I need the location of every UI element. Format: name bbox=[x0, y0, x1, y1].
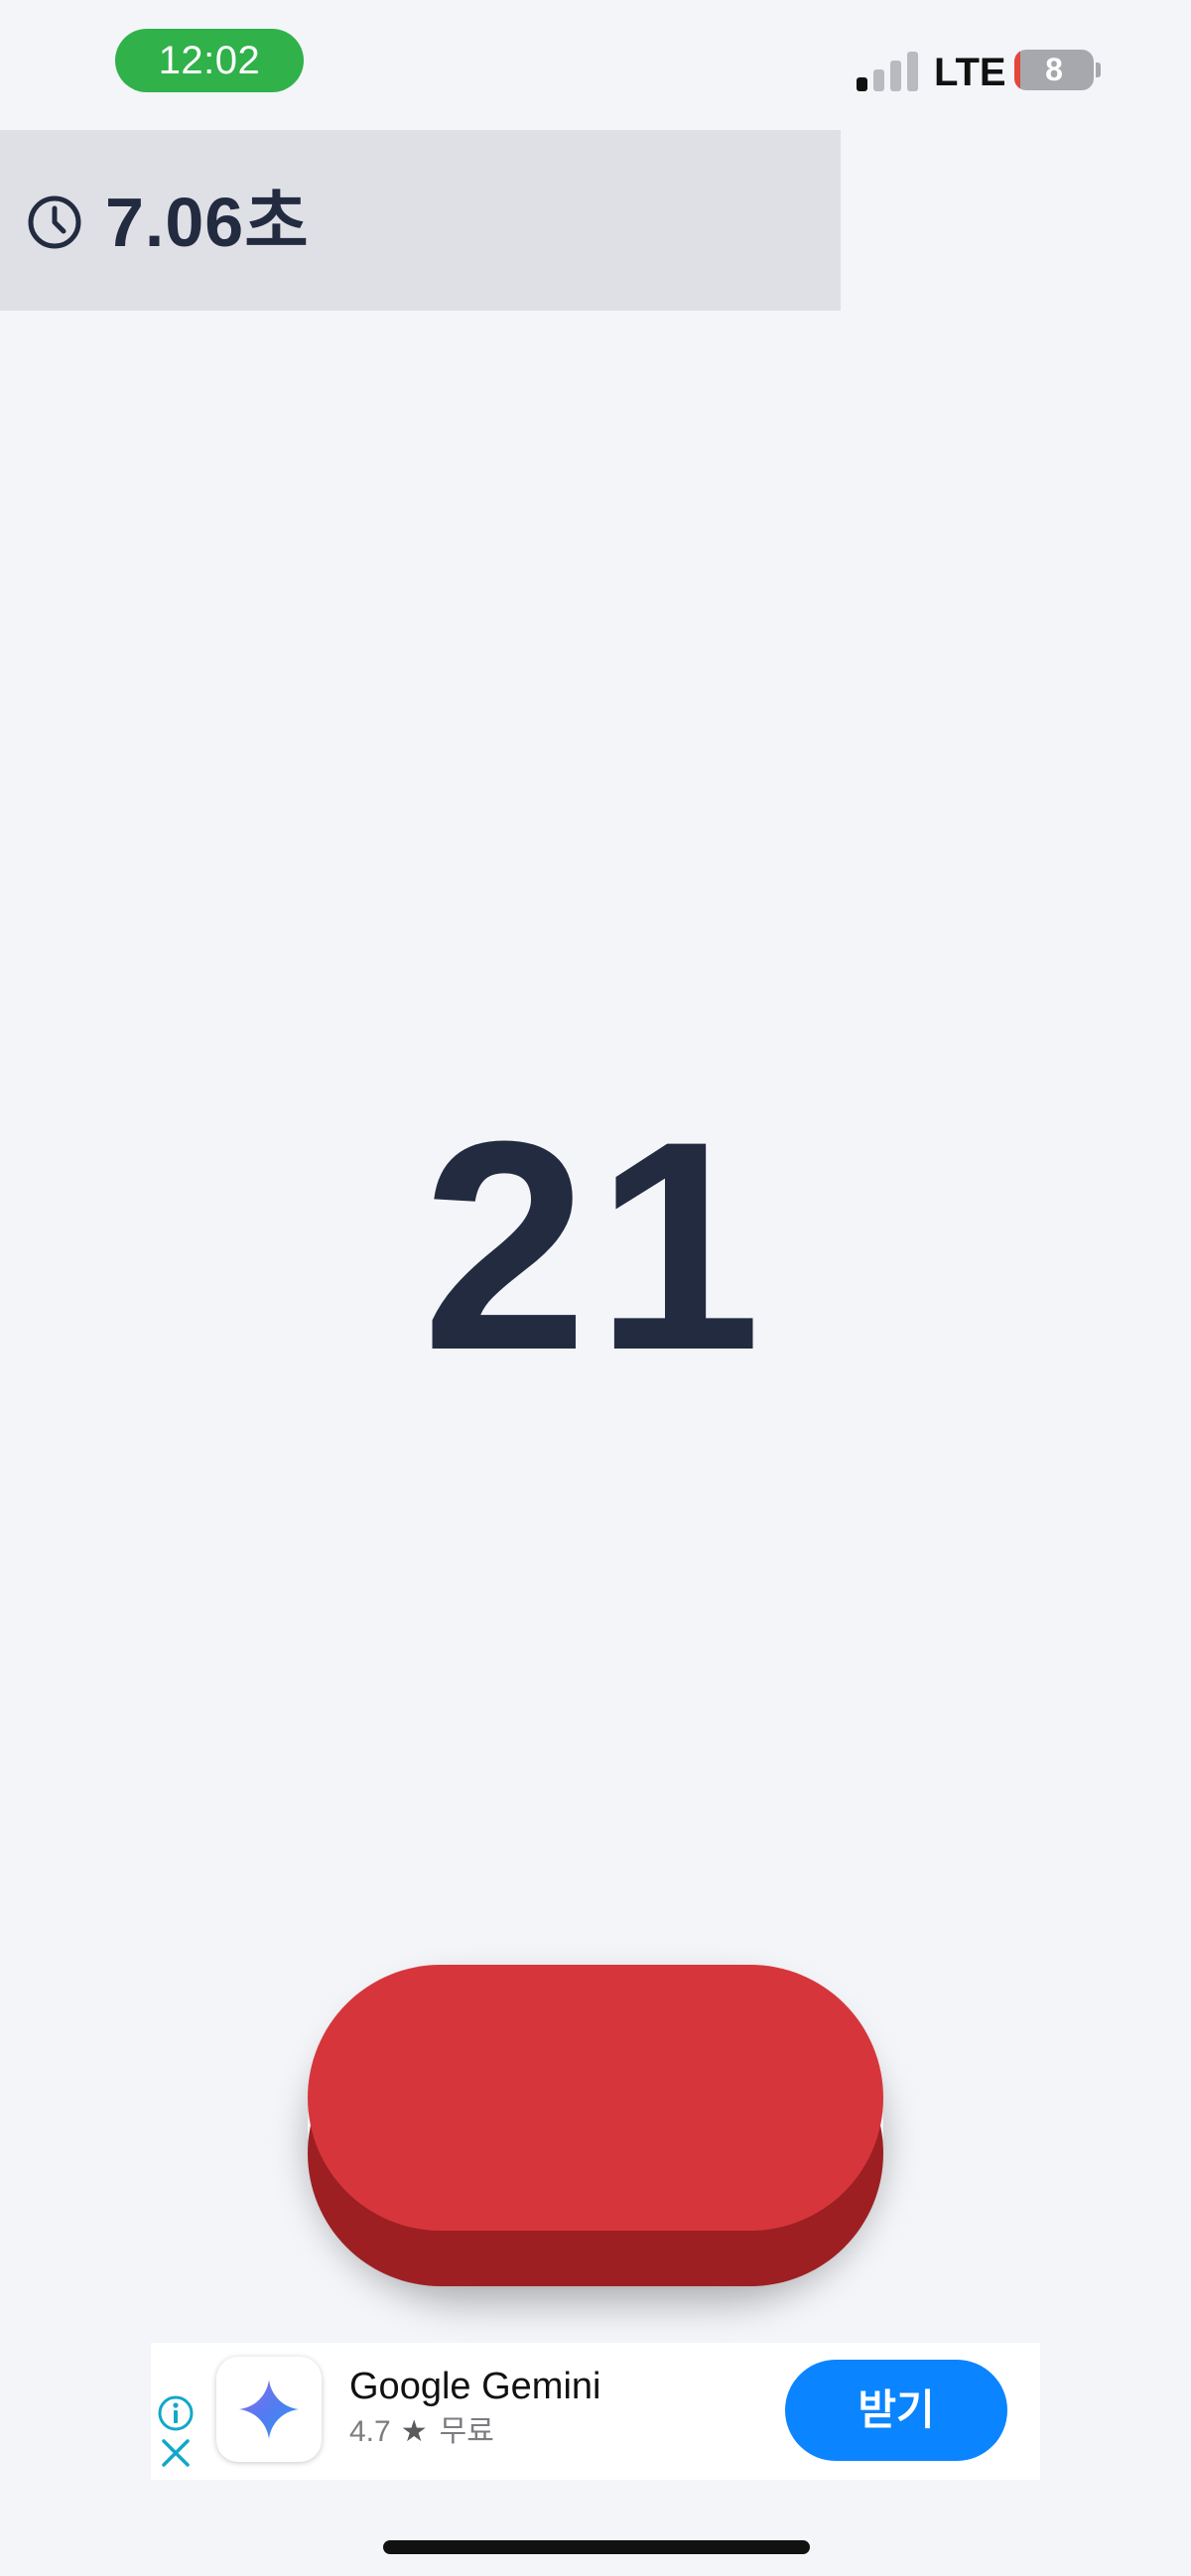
battery-cap bbox=[1096, 63, 1101, 77]
star-icon: ★ bbox=[400, 2415, 428, 2448]
get-button[interactable]: 받기 bbox=[785, 2360, 1007, 2461]
gemini-sparkle-icon bbox=[239, 2380, 299, 2439]
tap-button[interactable] bbox=[308, 1965, 883, 2286]
elapsed-time: 7.06초 bbox=[105, 184, 310, 261]
app-icon[interactable] bbox=[216, 2357, 322, 2462]
close-icon[interactable] bbox=[159, 2436, 193, 2470]
ad-price: 무료 bbox=[439, 2415, 494, 2448]
ad-app-name[interactable]: Google Gemini bbox=[349, 2365, 600, 2408]
info-icon[interactable] bbox=[157, 2394, 195, 2432]
battery-level: 8 bbox=[1045, 52, 1063, 87]
signal-bar bbox=[907, 52, 918, 91]
home-indicator[interactable] bbox=[383, 2540, 810, 2554]
clock-icon bbox=[28, 195, 81, 249]
status-bar: 12:02 LTE 8 bbox=[0, 0, 1191, 129]
network-type: LTE bbox=[934, 51, 1006, 94]
tap-button-face[interactable] bbox=[308, 1965, 883, 2231]
ad-meta: 4.7 ★ 무료 bbox=[349, 2414, 494, 2450]
signal-bar bbox=[873, 69, 884, 91]
signal-bar bbox=[857, 77, 867, 91]
cellular-signal-icon bbox=[857, 50, 920, 91]
ad-banner[interactable]: Google Gemini 4.7 ★ 무료 받기 bbox=[151, 2343, 1040, 2480]
status-time: 12:02 bbox=[115, 29, 304, 92]
ad-rating: 4.7 bbox=[349, 2415, 391, 2448]
tap-counter: 21 bbox=[422, 1079, 769, 1412]
timer-panel: 7.06초 bbox=[0, 130, 841, 311]
battery-icon: 8 bbox=[1014, 50, 1094, 90]
signal-bar bbox=[890, 61, 901, 91]
